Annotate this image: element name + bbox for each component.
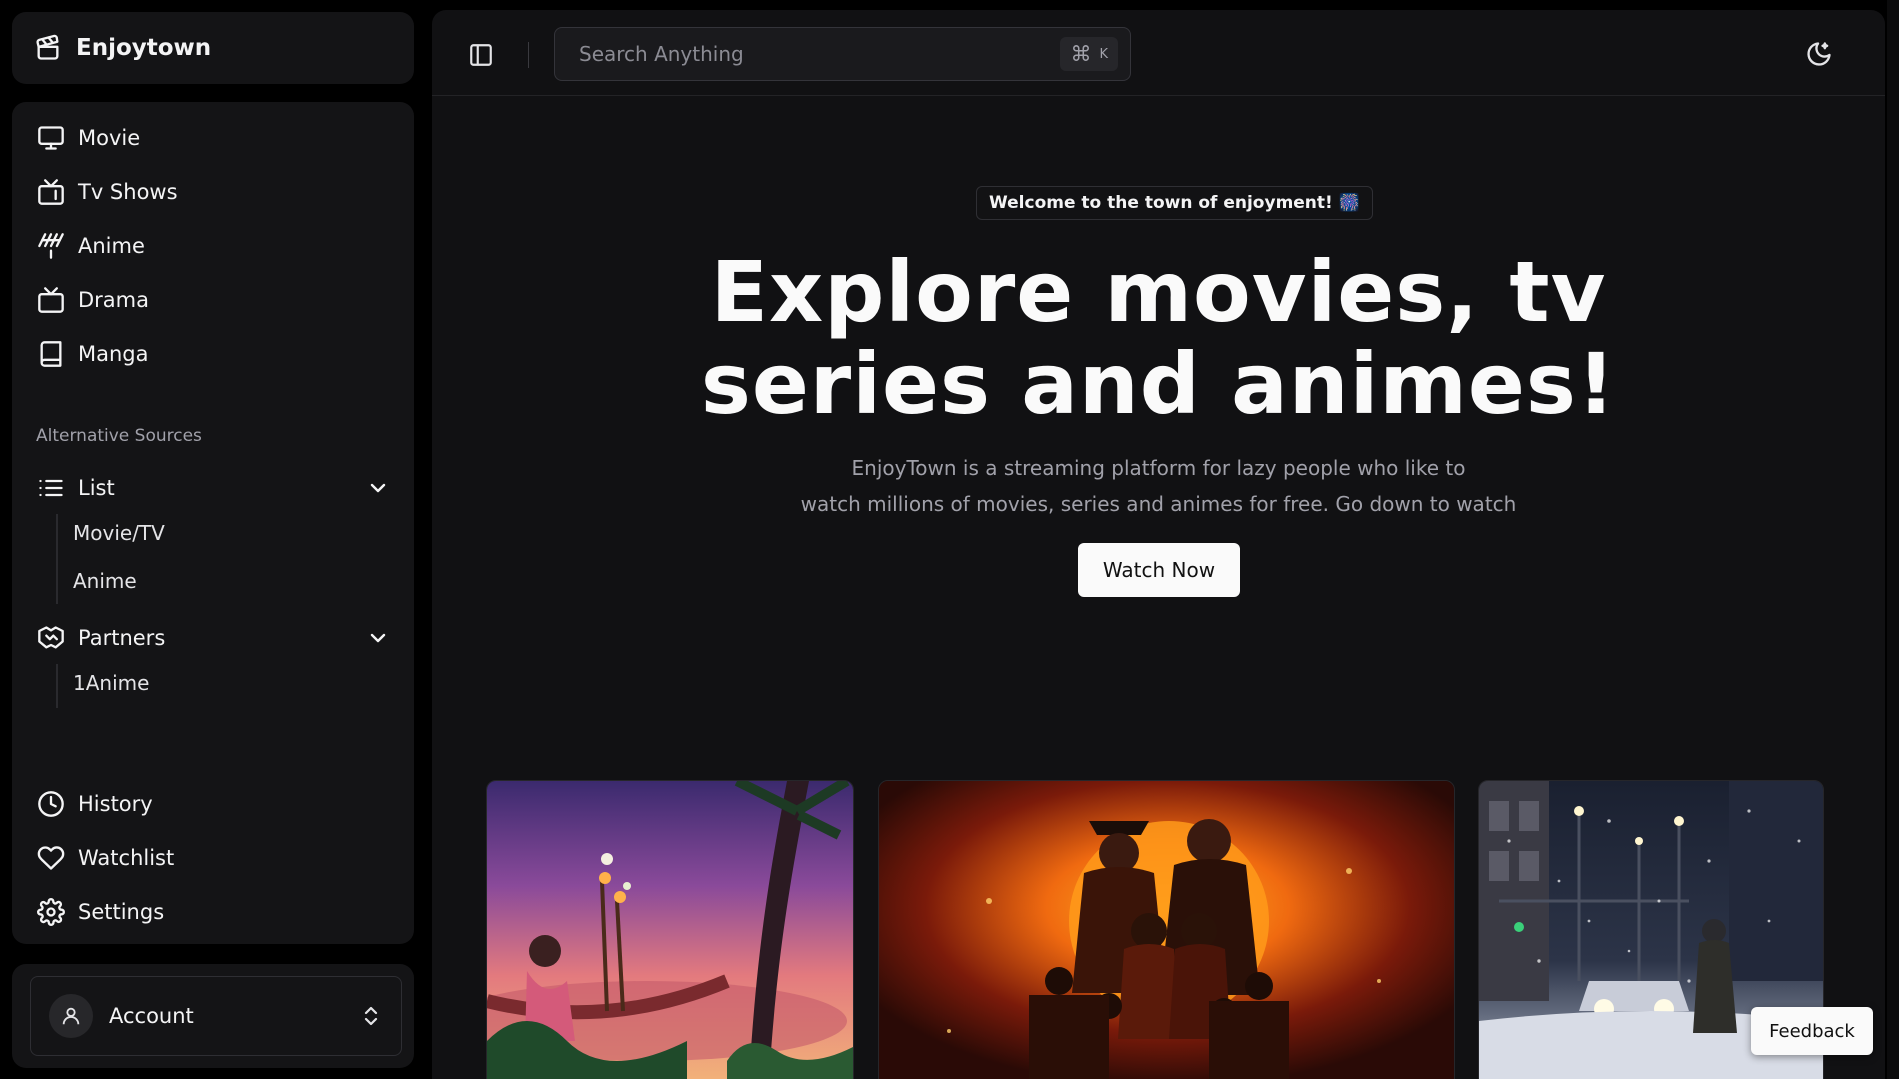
hero-title-line: Explore movies, tv xyxy=(710,243,1607,341)
shortcut-key: K xyxy=(1099,46,1108,62)
list-icon xyxy=(36,473,66,503)
submenu-divider xyxy=(56,664,58,708)
sidebar-item-anime[interactable]: Anime xyxy=(36,228,145,264)
page-scrollbar[interactable] xyxy=(1887,0,1899,1079)
sidebar-item-label: Tv Shows xyxy=(78,180,178,204)
sidebar-subitem-movie-tv[interactable]: Movie/TV xyxy=(73,521,165,545)
sidebar-nav: Movie Tv Shows Anime Drama Manga Alterna… xyxy=(12,102,414,944)
sidebar-item-manga[interactable]: Manga xyxy=(36,336,149,372)
welcome-badge: Welcome to the town of enjoyment! 🎆 xyxy=(976,186,1373,220)
sidebar-item-label: Partners xyxy=(78,626,166,650)
chevrons-up-down-icon xyxy=(359,1004,383,1028)
tv-retro-icon xyxy=(36,177,66,207)
clapperboard-icon xyxy=(34,34,62,62)
sidebar-toggle-icon[interactable] xyxy=(468,42,496,70)
sidebar-group-list[interactable]: List xyxy=(36,470,390,506)
section-label-alternative-sources: Alternative Sources xyxy=(36,426,202,446)
user-icon xyxy=(49,994,93,1038)
sidebar-item-tv-shows[interactable]: Tv Shows xyxy=(36,174,178,210)
command-key-icon: ⌘ xyxy=(1070,42,1092,66)
submenu-divider xyxy=(56,514,58,604)
sidebar-item-settings[interactable]: Settings xyxy=(36,894,164,930)
top-bar: Search Anything ⌘ K xyxy=(432,10,1885,96)
featured-poster-card[interactable] xyxy=(878,780,1455,1079)
hero-description-line: EnjoyTown is a streaming platform for la… xyxy=(851,456,1466,480)
keyboard-shortcut-badge: ⌘ K xyxy=(1060,37,1118,71)
sidebar-item-label: Watchlist xyxy=(78,846,175,870)
search-input[interactable]: Search Anything ⌘ K xyxy=(554,27,1131,81)
account-panel: Account xyxy=(12,964,414,1068)
sidebar-item-watchlist[interactable]: Watchlist xyxy=(36,840,174,876)
sidebar-item-label: Manga xyxy=(78,342,149,366)
poster-artwork xyxy=(879,781,1454,1079)
sidebar-item-drama[interactable]: Drama xyxy=(36,282,149,318)
search-placeholder: Search Anything xyxy=(579,42,744,66)
poster-artwork xyxy=(487,781,853,1079)
hero-description-line: watch millions of movies, series and ani… xyxy=(800,492,1517,516)
theme-toggle-moon-icon[interactable] xyxy=(1805,40,1835,70)
sidebar-item-label: Settings xyxy=(78,900,165,924)
hero-title-line: series and animes! xyxy=(700,335,1617,433)
hero-title: Explore movies, tv series and animes! xyxy=(432,246,1885,430)
sidebar-item-label: Movie xyxy=(78,126,141,150)
hero-description: EnjoyTown is a streaming platform for la… xyxy=(432,450,1885,522)
sidebar-item-label: Anime xyxy=(78,234,145,258)
chevron-down-icon[interactable] xyxy=(366,626,390,650)
chevron-down-icon[interactable] xyxy=(366,476,390,500)
sidebar-item-label: Drama xyxy=(78,288,149,312)
handshake-icon xyxy=(36,623,66,653)
tv-icon xyxy=(36,285,66,315)
sidebar-item-history[interactable]: History xyxy=(36,786,153,822)
sidebar-subitem-anime[interactable]: Anime xyxy=(73,569,137,593)
main-content: Search Anything ⌘ K Welcome to the town … xyxy=(432,10,1885,1079)
book-icon xyxy=(36,339,66,369)
featured-poster-card[interactable] xyxy=(486,780,854,1079)
sidebar-group-partners[interactable]: Partners xyxy=(36,620,390,656)
antenna-icon xyxy=(36,231,66,261)
account-label: Account xyxy=(109,1004,194,1028)
sidebar-item-label: History xyxy=(78,792,153,816)
clock-icon xyxy=(36,789,66,819)
monitor-icon xyxy=(36,123,66,153)
account-button[interactable]: Account xyxy=(30,976,402,1056)
heart-icon xyxy=(36,843,66,873)
brand-header[interactable]: Enjoytown xyxy=(12,12,414,84)
sidebar-item-movie[interactable]: Movie xyxy=(36,120,140,156)
watch-now-button[interactable]: Watch Now xyxy=(1078,543,1240,597)
sidebar-item-label: List xyxy=(78,476,115,500)
brand-name: Enjoytown xyxy=(76,35,212,61)
feedback-button[interactable]: Feedback xyxy=(1751,1007,1873,1055)
sidebar-subitem-1anime[interactable]: 1Anime xyxy=(73,671,149,695)
toolbar-divider xyxy=(528,42,529,68)
settings-icon xyxy=(36,897,66,927)
